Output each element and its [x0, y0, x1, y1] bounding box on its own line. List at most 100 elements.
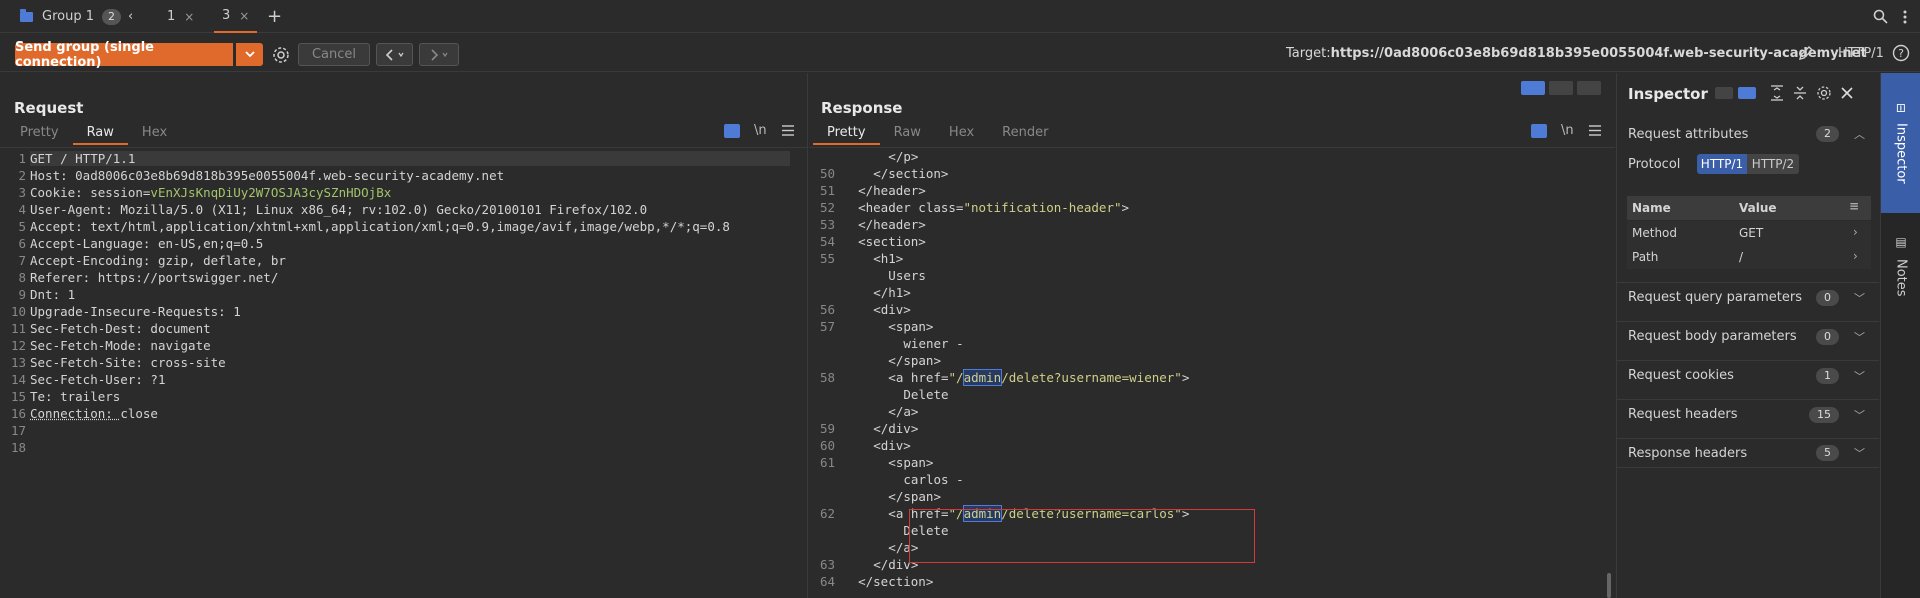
inspector-panel: Inspector Request attributes 2 ︿ Protoco…: [1616, 73, 1880, 598]
line-number: 52: [819, 200, 835, 215]
tab-response-render[interactable]: Render: [988, 121, 1062, 145]
layout-tabs-icon[interactable]: [1577, 81, 1601, 95]
section-count: 0: [1816, 328, 1839, 345]
tab-request-raw[interactable]: Raw: [72, 121, 128, 145]
code-token: </header>: [858, 183, 926, 198]
history-forward-button[interactable]: [419, 43, 459, 66]
code-token: >: [1121, 200, 1130, 215]
header-value: cross-site: [150, 355, 226, 370]
more-vertical-icon[interactable]: [1902, 9, 1908, 25]
protocol-label[interactable]: HTTP/1: [1838, 34, 1884, 72]
section-request-cookies[interactable]: Request cookies 1 ﹀: [1617, 360, 1879, 390]
code-token: <span>: [888, 455, 934, 470]
table-row[interactable]: Path / ›: [1627, 245, 1871, 269]
section-request-query-parameters[interactable]: Request query parameters 0 ﹀: [1617, 282, 1879, 312]
wrap-lines-icon[interactable]: ≡: [1849, 199, 1859, 213]
tab-response-hex[interactable]: Hex: [935, 121, 988, 145]
tab-response-raw[interactable]: Raw: [880, 121, 935, 145]
inspector-layout-1-icon[interactable]: [1715, 87, 1733, 99]
request-editor[interactable]: 1 GET / HTTP/1.1 2 Host: 0ad8006c03e8b69d81…: [0, 147, 807, 598]
request-line: Sec-Fetch-User: ?1: [30, 372, 165, 387]
word-wrap-icon[interactable]: [1531, 124, 1547, 138]
tab-request-pretty[interactable]: Pretty: [6, 121, 73, 145]
section-response-headers[interactable]: Response headers 5 ﹀: [1617, 438, 1879, 468]
close-icon[interactable]: ×: [184, 10, 194, 24]
header-name: Cookie: session=: [30, 185, 151, 200]
svg-text:?: ?: [1898, 47, 1904, 60]
tab-group-1[interactable]: Group 1 2: [20, 0, 121, 33]
code-token: carlos -: [903, 472, 964, 487]
edit-pencil-icon[interactable]: [1797, 44, 1815, 62]
newline-toggle-icon[interactable]: \n: [754, 123, 767, 138]
line-number: 12: [10, 338, 26, 353]
protocol-http1-option[interactable]: HTTP/1: [1697, 154, 1747, 174]
chevron-down-icon: ﹀: [1854, 408, 1865, 422]
row-name: Path: [1632, 250, 1659, 264]
header-name: User-Agent:: [30, 202, 121, 217]
section-request-body-parameters[interactable]: Request body parameters 0 ﹀: [1617, 321, 1879, 351]
header-value: 0ad8006c03e8b69d818b395e0055004f.web-sec…: [75, 168, 505, 183]
gear-icon[interactable]: [271, 45, 291, 65]
chevron-down-icon: [244, 51, 255, 58]
newline-toggle-icon[interactable]: \n: [1561, 123, 1574, 138]
chevron-right-icon: ›: [1853, 249, 1858, 263]
tab-response-pretty[interactable]: Pretty: [813, 121, 880, 145]
tab-1[interactable]: 1 ×: [167, 0, 194, 33]
code-token: <div>: [873, 302, 911, 317]
add-tab-button[interactable]: +: [267, 0, 282, 33]
rail-tab-inspector[interactable]: ⊟ Inspector: [1881, 73, 1920, 213]
rail-tab-notes[interactable]: ▤ Notes: [1881, 221, 1920, 311]
side-rail: ⊟ Inspector ▤ Notes: [1880, 73, 1920, 598]
collapse-all-icon[interactable]: [1793, 85, 1807, 101]
response-line: </section>: [873, 166, 948, 181]
expand-all-icon[interactable]: [1770, 85, 1784, 101]
section-request-headers[interactable]: Request headers 15 ﹀: [1617, 399, 1879, 429]
line-number: 16: [10, 406, 26, 421]
line-number: 54: [819, 234, 835, 249]
layout-toggle-group: [1521, 81, 1601, 95]
code-token: </a>: [888, 404, 919, 419]
layout-split-vertical-icon[interactable]: [1549, 81, 1573, 95]
section-label: Request attributes: [1628, 126, 1749, 142]
response-title: Response: [821, 99, 903, 117]
code-token: <div>: [873, 438, 911, 453]
toolbar: Send group (single connection) Cancel Ta…: [0, 34, 1920, 72]
history-back-button[interactable]: [376, 43, 413, 66]
response-line: <h1>: [873, 251, 903, 266]
header-name: Accept-Language:: [30, 236, 158, 251]
code-token: Delete: [903, 387, 949, 402]
line-number: 4: [18, 202, 26, 217]
vertical-scrollbar[interactable]: [1607, 573, 1611, 598]
menu-icon[interactable]: [1589, 125, 1601, 136]
section-count: 1: [1816, 367, 1839, 384]
chevron-left-icon: ‹: [128, 9, 134, 24]
close-icon[interactable]: ×: [239, 9, 249, 23]
group-label: Group 1: [42, 9, 94, 24]
word-wrap-icon[interactable]: [724, 124, 740, 138]
response-line: carlos -: [903, 472, 963, 487]
send-options-dropdown[interactable]: [236, 43, 263, 66]
inspector-layout-2-icon[interactable]: [1738, 87, 1756, 99]
request-line: Accept-Language: en-US,en;q=0.5: [30, 236, 263, 251]
tab-request-hex[interactable]: Hex: [128, 121, 181, 145]
table-row[interactable]: Method GET ›: [1627, 221, 1871, 245]
search-icon[interactable]: [1873, 9, 1888, 24]
header-value: en-US,en;q=0.5: [157, 236, 264, 251]
menu-icon[interactable]: [782, 125, 794, 136]
layout-split-horizontal-icon[interactable]: [1521, 81, 1545, 95]
cancel-button[interactable]: Cancel: [298, 43, 370, 66]
tab-3[interactable]: 3 ×: [214, 0, 258, 33]
notes-icon: ▤: [1894, 235, 1908, 250]
close-icon[interactable]: [1841, 87, 1853, 99]
section-request-attributes[interactable]: Request attributes 2 ︿: [1617, 119, 1879, 149]
line-number: 3: [18, 185, 26, 200]
protocol-http2-option[interactable]: HTTP/2: [1747, 154, 1799, 174]
request-line: Te: trailers: [30, 389, 120, 404]
line-number: 61: [819, 455, 835, 470]
help-icon[interactable]: ?: [1892, 44, 1910, 62]
gear-icon[interactable]: [1816, 85, 1832, 101]
response-line: wiener -: [903, 336, 963, 351]
send-group-button[interactable]: Send group (single connection): [15, 40, 233, 70]
line-number: 53: [819, 217, 835, 232]
tab-prev-button[interactable]: ‹: [128, 0, 133, 33]
